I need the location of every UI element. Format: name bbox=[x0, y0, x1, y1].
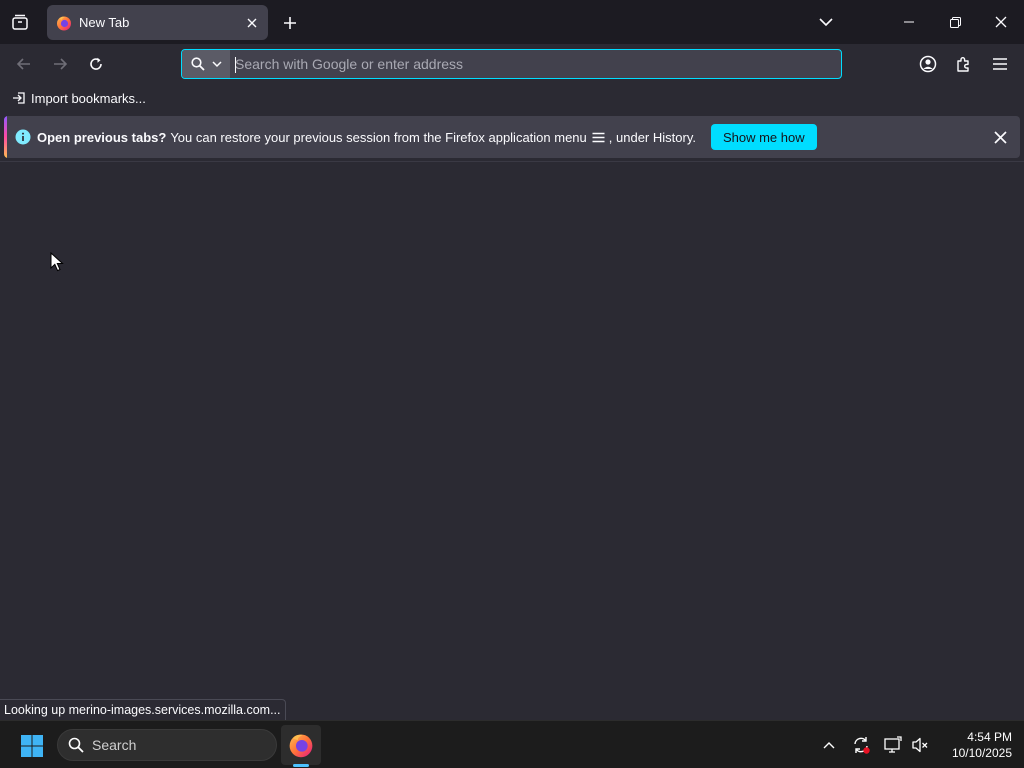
notification-message: Open previous tabs? You can restore your… bbox=[37, 130, 696, 145]
forward-button[interactable] bbox=[44, 48, 76, 80]
import-bookmarks-label: Import bookmarks... bbox=[31, 90, 146, 106]
plus-icon bbox=[284, 17, 296, 29]
volume-muted-icon bbox=[912, 737, 928, 753]
windows-taskbar: Search 4:54 PM 10/10/2025 bbox=[0, 720, 1024, 768]
hamburger-menu-icon bbox=[993, 58, 1007, 70]
notification-accent-bar bbox=[4, 116, 7, 158]
network-display-button[interactable] bbox=[881, 733, 905, 757]
taskbar-search-label: Search bbox=[92, 737, 137, 753]
running-app-indicator bbox=[293, 764, 309, 767]
tab-new-tab[interactable]: New Tab bbox=[47, 5, 268, 40]
close-notification-button[interactable] bbox=[986, 123, 1014, 151]
notification-title: Open previous tabs? bbox=[37, 129, 167, 145]
back-button[interactable] bbox=[8, 48, 40, 80]
notification-message-suffix: , under History. bbox=[608, 129, 696, 145]
text-caret bbox=[235, 57, 236, 73]
firefox-icon bbox=[289, 734, 313, 758]
minimize-icon bbox=[904, 21, 914, 23]
chevron-up-icon bbox=[823, 742, 835, 749]
account-button[interactable] bbox=[912, 48, 944, 80]
content-divider bbox=[0, 161, 1024, 162]
volume-button[interactable] bbox=[908, 733, 932, 757]
search-icon bbox=[68, 737, 84, 753]
tab-manager-icon bbox=[12, 14, 28, 30]
url-input[interactable] bbox=[230, 50, 841, 78]
tab-title: New Tab bbox=[79, 15, 130, 30]
show-hidden-icons-button[interactable] bbox=[817, 733, 841, 757]
clock-time: 4:54 PM bbox=[967, 730, 1012, 744]
taskbar-firefox-button[interactable] bbox=[281, 725, 321, 765]
title-bar: New Tab bbox=[0, 0, 1024, 44]
sync-status-button[interactable] bbox=[849, 733, 873, 757]
hamburger-menu-icon bbox=[592, 132, 605, 142]
application-menu-button[interactable] bbox=[984, 48, 1016, 80]
reload-button[interactable] bbox=[80, 48, 112, 80]
display-icon bbox=[884, 736, 902, 753]
chevron-down-icon bbox=[211, 61, 222, 68]
tab-manager-button[interactable] bbox=[4, 6, 36, 38]
import-icon bbox=[13, 92, 25, 104]
clock-date: 10/10/2025 bbox=[951, 746, 1012, 760]
navigation-toolbar bbox=[0, 44, 1024, 84]
list-all-tabs-button[interactable] bbox=[810, 7, 842, 37]
close-tab-button[interactable] bbox=[240, 11, 264, 35]
window-restore-button[interactable] bbox=[932, 0, 978, 44]
forward-arrow-icon bbox=[54, 58, 68, 70]
new-tab-button[interactable] bbox=[274, 7, 306, 39]
mouse-cursor-icon bbox=[50, 252, 64, 272]
back-arrow-icon bbox=[16, 58, 30, 70]
windows-start-icon bbox=[21, 735, 43, 757]
bookmarks-toolbar: Import bookmarks... bbox=[0, 84, 1024, 112]
notification-message-text: You can restore your previous session fr… bbox=[170, 129, 587, 145]
import-bookmarks-button[interactable]: Import bookmarks... bbox=[8, 87, 150, 109]
session-restore-notification: Open previous tabs? You can restore your… bbox=[4, 116, 1020, 158]
taskbar-clock[interactable]: 4:54 PM 10/10/2025 bbox=[936, 729, 1012, 761]
reload-icon bbox=[90, 57, 102, 70]
close-icon bbox=[995, 16, 1007, 28]
status-panel: Looking up merino-images.services.mozill… bbox=[0, 699, 286, 720]
close-icon bbox=[247, 18, 257, 27]
info-icon bbox=[15, 129, 31, 145]
chevron-down-icon bbox=[819, 18, 833, 27]
search-icon bbox=[190, 57, 205, 71]
close-icon bbox=[993, 130, 1007, 144]
restore-icon bbox=[949, 16, 961, 28]
start-button[interactable] bbox=[14, 729, 50, 763]
show-me-how-button[interactable]: Show me how bbox=[710, 124, 817, 150]
extensions-icon bbox=[957, 57, 969, 72]
extensions-button[interactable] bbox=[948, 48, 980, 80]
search-mode-switcher[interactable] bbox=[182, 50, 230, 78]
account-icon bbox=[919, 55, 937, 73]
taskbar-search-box[interactable]: Search bbox=[57, 729, 277, 761]
window-close-button[interactable] bbox=[978, 0, 1024, 44]
firefox-icon bbox=[57, 16, 71, 30]
sync-icon bbox=[854, 737, 870, 754]
window-minimize-button[interactable] bbox=[886, 0, 932, 44]
address-bar[interactable] bbox=[181, 49, 842, 79]
